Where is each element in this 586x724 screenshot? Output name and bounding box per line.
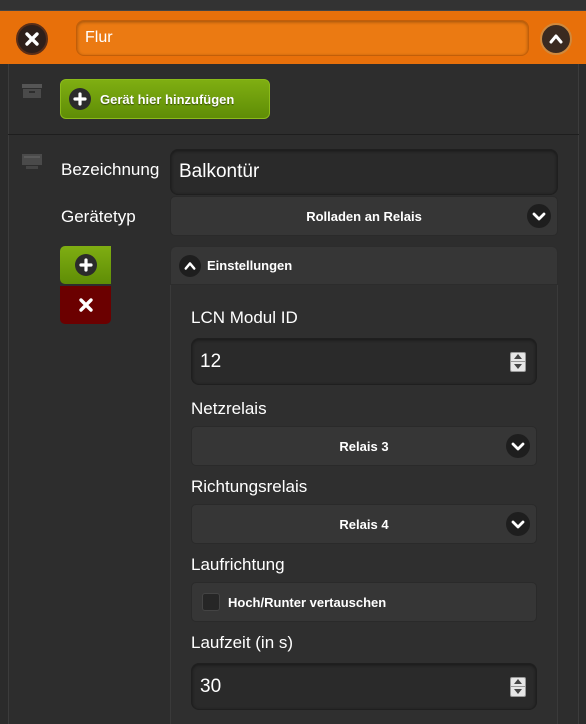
device-name-input[interactable]: Balkontür	[170, 149, 558, 195]
add-device-label: Gerät hier hinzufügen	[100, 91, 235, 107]
stepper-down-icon[interactable]	[511, 361, 525, 371]
power-relay-select[interactable]: Relais 3	[191, 426, 537, 466]
number-stepper[interactable]	[510, 676, 526, 697]
lcn-module-id-value: 12	[200, 351, 222, 372]
room-name-input[interactable]: Flur	[76, 20, 529, 56]
room-header: Flur	[0, 10, 586, 64]
add-device-button[interactable]: Gerät hier hinzufügen	[60, 79, 270, 119]
run-time-label: Laufzeit (in s)	[191, 633, 294, 652]
device-type-label: Gerätetyp	[61, 207, 136, 226]
direction-relay-value: Relais 4	[339, 516, 389, 532]
device-type-value: Rolladen an Relais	[306, 208, 422, 224]
number-stepper[interactable]	[510, 351, 526, 372]
plus-icon	[69, 88, 91, 110]
close-icon	[25, 32, 39, 46]
swap-direction-checkbox[interactable]	[202, 593, 220, 611]
power-relay-value: Relais 3	[339, 438, 389, 454]
stepper-up-icon[interactable]	[511, 678, 525, 687]
divider	[8, 134, 579, 135]
swap-direction-label: Hoch/Runter vertauschen	[228, 594, 387, 610]
delete-room-button[interactable]	[16, 23, 48, 55]
swap-direction-toggle[interactable]: Hoch/Runter vertauschen	[191, 582, 537, 622]
settings-toggle[interactable]: Einstellungen	[170, 246, 558, 285]
settings-toggle-label: Einstellungen	[207, 258, 293, 273]
power-relay-label: Netzrelais	[191, 399, 267, 418]
chevron-down-icon	[527, 204, 551, 228]
direction-relay-select[interactable]: Relais 4	[191, 504, 537, 544]
run-direction-label: Laufrichtung	[191, 555, 285, 574]
chevron-up-icon	[179, 254, 201, 277]
run-time-value: 30	[200, 676, 222, 697]
chevron-down-icon	[506, 434, 530, 458]
plus-icon	[74, 254, 97, 276]
collapse-room-button[interactable]	[540, 23, 572, 55]
stepper-down-icon[interactable]	[511, 686, 525, 696]
chevron-up-icon	[549, 34, 563, 44]
device-name-label: Bezeichnung	[61, 160, 160, 179]
top-strip	[0, 0, 586, 10]
stepper-up-icon[interactable]	[511, 353, 525, 362]
archive-box-icon	[22, 84, 42, 98]
lcn-module-id-input[interactable]: 12	[191, 338, 537, 385]
chevron-down-icon	[506, 512, 530, 536]
device-type-select[interactable]: Rolladen an Relais	[170, 196, 558, 236]
add-item-button[interactable]	[60, 246, 111, 284]
remove-device-button[interactable]	[60, 286, 111, 324]
direction-relay-label: Richtungsrelais	[191, 477, 308, 496]
run-time-input[interactable]: 30	[191, 663, 537, 710]
close-icon	[78, 298, 93, 312]
device-icon	[22, 154, 42, 169]
lcn-module-id-label: LCN Modul ID	[191, 308, 298, 327]
